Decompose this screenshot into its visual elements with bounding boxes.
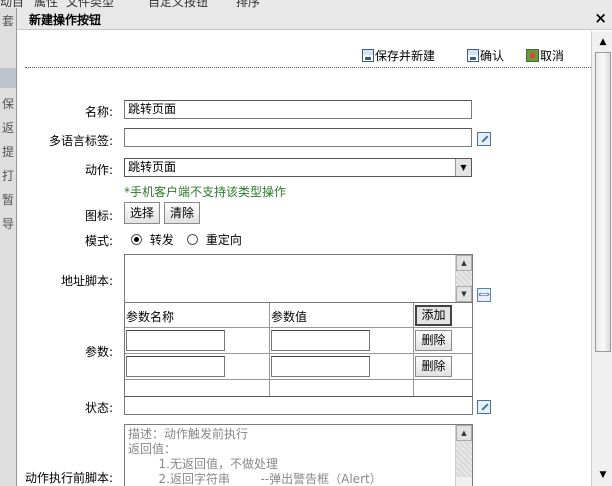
background-top-bar: 动目 属性 文件类型 自定义按钮 排序 (0, 0, 612, 8)
pre-script-line: 1.无返回值，不做处理 (128, 457, 278, 471)
status-label: 状态: (84, 401, 113, 415)
multilang-input[interactable] (124, 128, 472, 147)
scroll-down-icon[interactable]: ▼ (594, 467, 612, 484)
background-sidebar-item-selected (0, 68, 16, 88)
radio-unchecked-icon (187, 234, 198, 245)
expand-icon[interactable]: ⟺ (477, 288, 491, 302)
confirm-label: 确认 (480, 49, 505, 63)
scroll-thumb[interactable] (595, 52, 611, 352)
close-icon[interactable]: × (594, 9, 607, 27)
background-sidebar-item: 提 (2, 145, 15, 159)
icon-clear-button[interactable]: 清除 (164, 202, 200, 224)
name-input[interactable]: 跳转页面 (124, 100, 472, 119)
address-script-textarea[interactable]: ▲ ▼ (124, 254, 473, 303)
mode-radio-redirect-label: 重定向 (205, 233, 242, 247)
params-label: 参数: (84, 345, 113, 359)
save-icon (467, 49, 479, 62)
delete-param-button[interactable]: 删除 (415, 356, 452, 377)
chevron-down-icon[interactable]: ▼ (455, 159, 471, 176)
dialog-title: 新建操作按钮 (29, 13, 102, 27)
save-and-new-label: 保存并新建 (375, 49, 436, 63)
action-label: 动作: (84, 163, 113, 177)
scroll-down-icon[interactable]: ▼ (456, 286, 472, 302)
params-table: 参数名称 参数值 添加 删除 删除 (124, 302, 473, 405)
mode-radio-redirect[interactable]: 重定向 (187, 231, 242, 248)
dialog-content: 保存并新建 确认 取消 名称: 跳转页面 多语言标签: 动作: 跳转页面 ▼ *… (17, 31, 591, 486)
add-param-button[interactable]: 添加 (415, 305, 452, 326)
scroll-up-icon[interactable]: ▲ (456, 425, 472, 441)
scroll-track[interactable] (456, 271, 472, 286)
multilang-label: 多语言标签: (48, 134, 113, 148)
mode-label: 模式: (84, 234, 113, 248)
background-sidebar-item: 返 (2, 121, 15, 135)
background-sidebar-item: 保 (2, 97, 15, 111)
textarea-scrollbar[interactable]: ▲ ▼ (455, 255, 472, 302)
status-input[interactable] (124, 396, 473, 415)
pre-script-line: 描述：动作触发前执行 (128, 427, 249, 441)
pre-script-line: 返回值： (128, 442, 177, 456)
toolbar-divider (25, 67, 591, 68)
param-value-input[interactable] (271, 356, 370, 377)
background-top-item: 属性 (34, 0, 59, 8)
background-sidebar-item: 套 (2, 14, 15, 28)
pre-script-textarea[interactable]: 描述：动作触发前执行 返回值： 1.无返回值，不做处理 2.返回字符串 --弹出… (124, 424, 473, 486)
name-label: 名称: (84, 105, 113, 119)
cancel-icon (526, 49, 539, 62)
background-sidebar: 套 保 返 提 打 暂 导 (0, 8, 16, 486)
new-action-button-dialog: 新建操作按钮 × 保存并新建 确认 取消 名称: 跳转页面 多语言标签: 动作:… (16, 8, 612, 486)
params-header-name: 参数名称 (126, 310, 175, 324)
action-select-value: 跳转页面 (128, 160, 177, 174)
scroll-track[interactable] (456, 441, 472, 477)
action-hint: *手机客户端不支持该类型操作 (124, 185, 287, 199)
textarea-scrollbar[interactable]: ▲ (455, 425, 472, 486)
cancel-label: 取消 (540, 49, 565, 63)
param-value-input[interactable] (271, 330, 370, 351)
edit-icon[interactable] (477, 400, 491, 414)
action-select[interactable]: 跳转页面 ▼ (124, 158, 472, 177)
params-header-value: 参数值 (271, 310, 308, 324)
background-sidebar-item: 导 (2, 217, 15, 231)
background-top-item: 动目 (0, 0, 25, 8)
param-name-input[interactable] (126, 330, 225, 351)
param-name-input[interactable] (126, 356, 225, 377)
background-top-item: 排序 (236, 0, 261, 8)
delete-param-button[interactable]: 删除 (415, 330, 452, 351)
radio-checked-icon (131, 234, 142, 245)
mode-radio-forward[interactable]: 转发 (131, 231, 174, 248)
dialog-scrollbar[interactable]: ▲ ▼ (591, 31, 612, 486)
icon-label: 图标: (84, 209, 113, 223)
dialog-titlebar: 新建操作按钮 × (17, 8, 612, 30)
cancel-button[interactable]: 取消 (526, 47, 564, 65)
pre-script-line: 2.返回字符串 --弹出警告框（Alert） (128, 472, 382, 486)
save-and-new-button[interactable]: 保存并新建 (362, 47, 435, 65)
scroll-up-icon[interactable]: ▲ (456, 255, 472, 271)
mode-radio-forward-label: 转发 (149, 233, 174, 247)
background-sidebar-item: 打 (2, 169, 15, 183)
address-script-label: 地址脚本: (60, 274, 113, 288)
icon-select-button[interactable]: 选择 (124, 202, 160, 224)
scroll-up-icon[interactable]: ▲ (594, 34, 612, 51)
pre-script-label: 动作执行前脚本: (24, 471, 113, 485)
background-top-item: 自定义按钮 (148, 0, 209, 8)
edit-icon[interactable] (477, 132, 491, 146)
background-sidebar-item: 暂 (2, 193, 15, 207)
save-icon (362, 49, 374, 62)
confirm-button[interactable]: 确认 (467, 47, 504, 65)
background-top-item: 文件类型 (66, 0, 115, 8)
